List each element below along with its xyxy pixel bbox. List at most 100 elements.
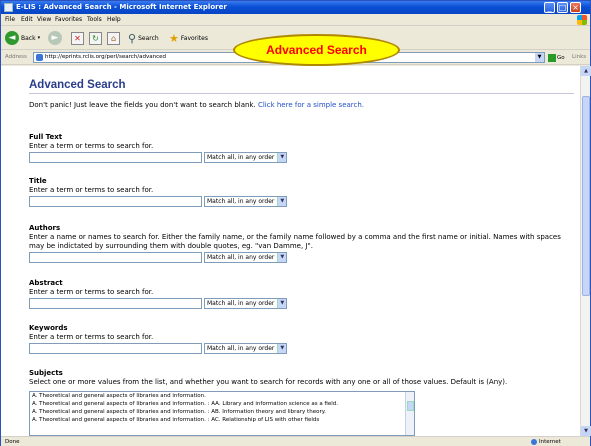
intro-message: Don't panic! Just leave the fields you d…: [29, 101, 256, 109]
address-label: Address: [5, 54, 27, 60]
title-match-select[interactable]: Match all, in any order ▼: [204, 196, 288, 207]
zone-indicator: Internet: [531, 439, 561, 445]
page-title: Advanced Search: [29, 79, 126, 91]
authors-match-select[interactable]: Match all, in any order ▼: [204, 252, 288, 263]
favorites-label: Favorites: [180, 34, 208, 42]
fulltext-section: Full Text Enter a term or terms to searc…: [29, 133, 574, 163]
menu-help[interactable]: Help: [107, 16, 121, 23]
listbox-scroll-thumb[interactable]: [407, 401, 414, 411]
maximize-button[interactable]: □: [557, 2, 568, 13]
menu-view[interactable]: View: [37, 16, 51, 23]
title-section: Title Enter a term or terms to search fo…: [29, 177, 574, 207]
forward-arrow-icon: ►: [48, 31, 62, 45]
back-button[interactable]: ◄ Back ▾: [5, 30, 40, 46]
home-icon: ⌂: [107, 31, 120, 45]
chevron-down-icon: ▼: [277, 299, 287, 308]
page-content: Advanced Search Don't panic! Just leave …: [1, 66, 580, 436]
fulltext-label: Full Text: [29, 133, 63, 141]
simple-search-link[interactable]: Click here for a simple search.: [258, 101, 364, 109]
address-url: http://eprints.rclis.org/perl/search/adv…: [45, 54, 166, 60]
keywords-label: Keywords: [29, 324, 68, 332]
fulltext-match-value: Match all, in any order: [207, 154, 275, 161]
advanced-search-callout: Advanced Search: [233, 34, 400, 66]
back-label: Back: [21, 34, 36, 42]
title-help: Enter a term or terms to search for.: [29, 186, 154, 194]
list-item[interactable]: A. Theoretical and general aspects of li…: [30, 400, 414, 408]
links-button[interactable]: Links: [572, 54, 586, 60]
title-label: Title: [29, 177, 47, 185]
favorites-button[interactable]: ★ Favorites: [169, 30, 208, 46]
chevron-down-icon: ▼: [277, 344, 287, 353]
scroll-up-icon[interactable]: ▲: [581, 66, 591, 76]
minimize-button[interactable]: _: [544, 2, 555, 13]
listbox-scrollbar[interactable]: [405, 392, 414, 435]
scroll-down-icon[interactable]: ▼: [581, 426, 591, 436]
go-arrow-icon: [548, 54, 556, 62]
back-dropdown-icon[interactable]: ▾: [38, 35, 41, 41]
abstract-match-select[interactable]: Match all, in any order ▼: [204, 298, 288, 309]
subjects-section: Subjects Select one or more values from …: [29, 369, 574, 387]
abstract-help: Enter a term or terms to search for.: [29, 288, 154, 296]
authors-input[interactable]: [29, 252, 202, 263]
keywords-help: Enter a term or terms to search for.: [29, 333, 154, 341]
authors-help: Enter a name or names to search for. Eit…: [29, 233, 561, 250]
search-button[interactable]: ⚲ Search: [128, 30, 159, 46]
menu-tools[interactable]: Tools: [87, 16, 102, 23]
list-item[interactable]: A. Theoretical and general aspects of li…: [30, 408, 414, 416]
title-input[interactable]: [29, 196, 202, 207]
keywords-match-select[interactable]: Match all, in any order ▼: [204, 343, 288, 354]
title-bar: E-LIS : Advanced Search - Microsoft Inte…: [1, 1, 590, 14]
menu-edit[interactable]: Edit: [21, 16, 33, 23]
refresh-button[interactable]: ↻: [89, 30, 102, 46]
menu-file[interactable]: File: [5, 16, 15, 23]
home-button[interactable]: ⌂: [107, 30, 120, 46]
authors-match-value: Match all, in any order: [207, 254, 275, 261]
list-item[interactable]: A. Theoretical and general aspects of li…: [30, 392, 414, 400]
title-match-value: Match all, in any order: [207, 198, 275, 205]
chevron-down-icon: ▼: [277, 197, 287, 206]
page-icon: [36, 54, 43, 61]
page-scrollbar[interactable]: ▲ ▼: [580, 66, 591, 436]
keywords-input[interactable]: [29, 343, 202, 354]
window-title: E-LIS : Advanced Search - Microsoft Inte…: [16, 3, 227, 11]
chevron-down-icon: ▼: [277, 253, 287, 262]
zone-label: Internet: [539, 439, 561, 445]
forward-button[interactable]: ►: [48, 30, 62, 46]
search-label: Search: [138, 34, 159, 42]
back-arrow-icon: ◄: [5, 31, 19, 45]
browser-window: E-LIS : Advanced Search - Microsoft Inte…: [0, 0, 591, 446]
abstract-input[interactable]: [29, 298, 202, 309]
abstract-match-value: Match all, in any order: [207, 300, 275, 307]
status-text: Done: [5, 439, 20, 445]
keywords-section: Keywords Enter a term or terms to search…: [29, 324, 574, 354]
stop-icon: ✕: [71, 31, 84, 45]
close-button[interactable]: ×: [570, 2, 581, 13]
abstract-section: Abstract Enter a term or terms to search…: [29, 279, 574, 309]
windows-logo-icon: [577, 15, 587, 25]
subjects-label: Subjects: [29, 369, 63, 377]
authors-section: Authors Enter a name or names to search …: [29, 224, 574, 263]
fulltext-match-select[interactable]: Match all, in any order ▼: [204, 152, 288, 163]
intro-text: Don't panic! Just leave the fields you d…: [29, 101, 364, 109]
abstract-label: Abstract: [29, 279, 63, 287]
globe-icon: [531, 439, 537, 445]
subjects-listbox[interactable]: A. Theoretical and general aspects of li…: [29, 391, 415, 436]
stop-button[interactable]: ✕: [71, 30, 84, 46]
chevron-down-icon: ▼: [277, 153, 287, 162]
menu-bar: File Edit View Favorites Tools Help: [1, 14, 590, 26]
star-icon: ★: [169, 31, 179, 45]
go-label: Go: [557, 55, 565, 61]
fulltext-input[interactable]: [29, 152, 202, 163]
go-button[interactable]: Go: [548, 53, 566, 63]
address-dropdown-icon[interactable]: ▼: [535, 53, 544, 62]
status-bar: Done Internet: [1, 436, 590, 446]
fulltext-help: Enter a term or terms to search for.: [29, 142, 154, 150]
subjects-help: Select one or more values from the list,…: [29, 378, 508, 386]
menu-favorites[interactable]: Favorites: [55, 16, 82, 23]
keywords-match-value: Match all, in any order: [207, 345, 275, 352]
list-item[interactable]: A. Theoretical and general aspects of li…: [30, 416, 414, 424]
search-icon: ⚲: [128, 31, 137, 45]
authors-label: Authors: [29, 224, 61, 232]
title-divider: [29, 93, 574, 94]
page-scroll-thumb[interactable]: [582, 96, 590, 296]
